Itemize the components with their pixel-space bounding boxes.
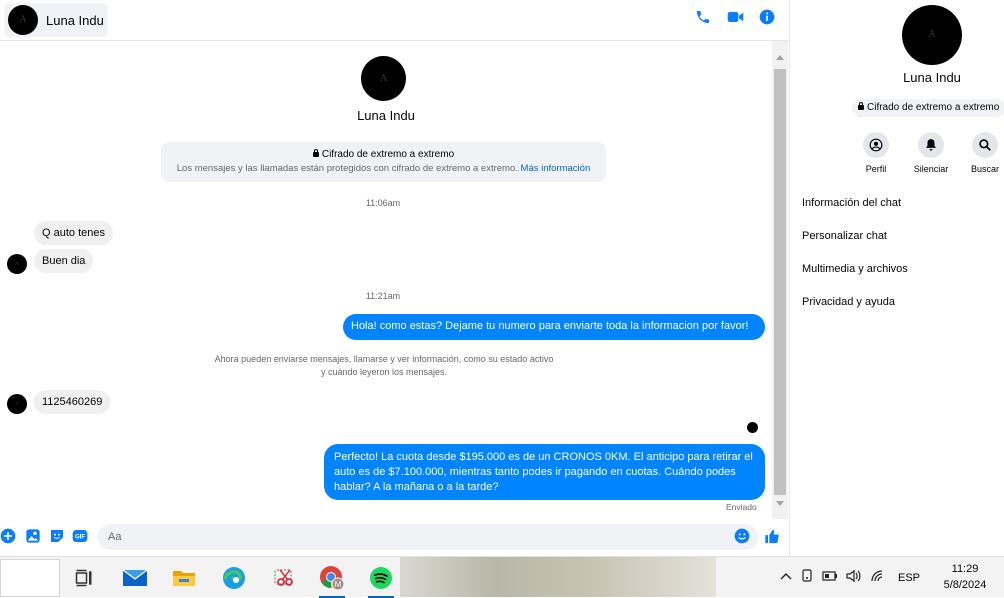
message-list[interactable]: Luna Indu Cifrado de extremo a extremo L… (0, 41, 772, 519)
action-label: Buscar (970, 164, 999, 174)
video-call-icon[interactable] (726, 8, 744, 26)
taskbar-background (400, 557, 716, 597)
thumbs-up-icon[interactable] (764, 528, 780, 544)
plus-icon[interactable] (0, 528, 16, 544)
task-view-icon[interactable] (68, 562, 100, 594)
menu-customize-chat[interactable]: Personalizar chat (802, 230, 887, 242)
avatar[interactable] (7, 254, 27, 274)
profile-name: Luna Indu (357, 108, 415, 123)
lock-icon (858, 102, 864, 110)
taskbar-clock[interactable]: 11:29 5/8/2024 (930, 561, 1000, 593)
timestamp: 11:06am (365, 198, 401, 208)
search-button[interactable]: Buscar (962, 132, 1004, 174)
info-icon[interactable] (758, 8, 776, 26)
chat-info-panel: Luna Indu Cifrado de extremo a extremo P… (790, 0, 1004, 556)
message-bubble-outgoing[interactable]: Hola! como estas? Dejame tu numero para … (343, 314, 765, 340)
taskbar-search-box[interactable] (0, 559, 60, 597)
image-icon[interactable] (25, 528, 41, 544)
panel-contact-name: Luna Indu (903, 70, 961, 85)
svg-text:M: M (335, 580, 342, 589)
gif-icon[interactable]: GIF (72, 528, 88, 544)
snipping-tool-icon[interactable] (268, 562, 300, 594)
profile-icon (869, 138, 883, 152)
menu-privacy-help[interactable]: Privacidad y ayuda (802, 296, 895, 308)
chevron-up-icon[interactable] (780, 571, 792, 584)
scroll-thumb[interactable] (774, 69, 786, 495)
wifi-icon[interactable] (870, 569, 886, 586)
clock-date: 5/8/2024 (943, 579, 987, 591)
clock-time: 11:29 (951, 563, 979, 575)
spotify-icon[interactable] (365, 562, 397, 598)
tablet-icon[interactable] (800, 569, 814, 586)
file-explorer-icon[interactable] (168, 562, 200, 594)
battery-icon[interactable] (822, 570, 838, 585)
message-bubble-incoming[interactable]: Q auto tenes (34, 221, 113, 245)
header-contact[interactable]: Luna Indu (4, 3, 108, 37)
action-label: Silenciar (913, 164, 949, 174)
sticker-icon[interactable] (49, 528, 65, 544)
bell-icon (926, 139, 936, 151)
taskbar: M ESP 11:29 5/8/2024 (0, 556, 1004, 598)
e2e-badge: Cifrado de extremo a extremo (852, 99, 1004, 117)
menu-media-files[interactable]: Multimedia y archivos (802, 263, 908, 275)
phone-icon[interactable] (694, 8, 712, 26)
avatar[interactable] (361, 56, 406, 101)
chrome-icon[interactable]: M (316, 562, 348, 598)
chat-header: Luna Indu (0, 0, 790, 41)
volume-icon[interactable] (846, 569, 862, 586)
edge-icon[interactable] (218, 562, 250, 594)
svg-text:GIF: GIF (75, 535, 85, 541)
avatar[interactable] (8, 5, 38, 35)
message-input[interactable] (98, 524, 758, 550)
menu-chat-info[interactable]: Información del chat (802, 197, 901, 209)
lock-icon (312, 149, 319, 157)
profile-button[interactable]: Perfil (853, 132, 899, 174)
messenger-window: Luna Indu Luna Indu Cifrado de extremo a… (0, 0, 1004, 556)
e2e-description: Los mensajes y las llamadas están proteg… (176, 163, 591, 174)
header-actions (694, 8, 776, 26)
timestamp: 11:21am (365, 291, 401, 301)
scrollbar[interactable] (772, 41, 788, 519)
message-bubble-outgoing[interactable]: Perfecto! La cuota desde $195.000 es de … (324, 444, 765, 500)
mail-icon[interactable] (119, 562, 151, 594)
action-label: Perfil (865, 164, 887, 174)
mute-button[interactable]: Silenciar (908, 132, 954, 174)
message-bubble-incoming[interactable]: 1125460269 (34, 390, 111, 414)
chat-column: Luna Indu Luna Indu Cifrado de extremo a… (0, 0, 790, 556)
composer: GIF (0, 519, 790, 556)
avatar[interactable] (7, 394, 27, 414)
message-status: Enviado (726, 502, 757, 512)
header-contact-name[interactable]: Luna Indu (46, 13, 104, 28)
language-indicator[interactable]: ESP (898, 572, 920, 584)
seen-indicator-avatar (747, 422, 758, 433)
message-bubble-incoming[interactable]: Buen dia (34, 249, 94, 273)
emoji-icon[interactable] (734, 528, 750, 544)
e2e-notice: Cifrado de extremo a extremo Los mensaje… (161, 142, 606, 182)
avatar[interactable] (902, 5, 962, 65)
e2e-title: Cifrado de extremo a extremo (161, 149, 606, 160)
more-info-link[interactable]: Más información (521, 163, 591, 174)
search-icon (979, 139, 991, 151)
scroll-down-arrow-icon[interactable] (776, 501, 784, 506)
system-tray: ESP (780, 569, 920, 586)
scroll-up-arrow-icon[interactable] (776, 55, 784, 60)
system-notice: Ahora pueden enviarse mensajes, llamarse… (214, 354, 554, 377)
